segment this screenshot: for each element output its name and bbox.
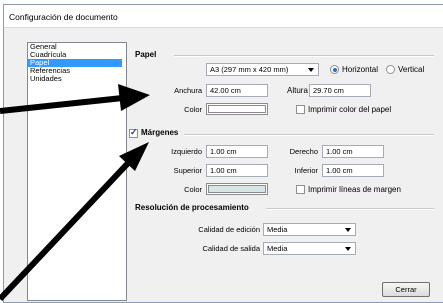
margin-left-label: Izquierdo <box>171 147 202 156</box>
title-bar: Configuración de documento <box>4 5 443 28</box>
orientation-horizontal-label: Horizontal <box>342 65 379 74</box>
margin-top-label: Superior <box>173 166 202 175</box>
margin-color-label: Color <box>184 185 202 194</box>
paper-group-divider <box>174 55 434 57</box>
nav-item-units[interactable]: Unidades <box>28 75 126 83</box>
print-margin-lines-checkbox[interactable] <box>296 185 305 194</box>
print-paper-color-label: Imprimir color del papel <box>308 105 392 114</box>
output-quality-value: Media <box>267 244 288 253</box>
margins-group-title: Márgenes <box>141 128 179 137</box>
edit-quality-value: Media <box>267 225 288 234</box>
paper-color-fill <box>208 105 266 113</box>
print-paper-color-checkbox[interactable] <box>296 105 305 114</box>
settings-category-list[interactable]: General Cuadrícula Papel Referencias Uni… <box>27 42 127 301</box>
margins-group-divider <box>184 134 434 136</box>
margins-enable-checkbox[interactable] <box>129 127 138 138</box>
chevron-down-icon <box>345 228 351 232</box>
margin-right-label: Derecho <box>289 147 318 156</box>
paper-height-label: Altura <box>287 86 308 95</box>
paper-width-input[interactable]: 42.00 cm <box>206 84 268 97</box>
chevron-down-icon <box>308 68 314 72</box>
edit-quality-label: Calidad de edición <box>198 225 260 234</box>
rendering-group-title: Resolución de procesamiento <box>135 203 249 212</box>
window-title: Configuración de documento <box>9 12 118 22</box>
paper-size-value: A3 (297 mm x 420 mm) <box>210 65 289 74</box>
print-margin-lines-label: Imprimir líneas de margen <box>308 185 401 194</box>
rendering-group-divider <box>266 208 434 210</box>
margin-color-swatch[interactable] <box>206 183 268 195</box>
paper-color-swatch[interactable] <box>206 103 268 115</box>
paper-color-label: Color <box>184 105 202 114</box>
output-quality-label: Calidad de salida <box>202 244 260 253</box>
paper-height-input[interactable]: 29.70 cm <box>309 84 371 97</box>
edit-quality-select[interactable]: Media <box>263 223 356 236</box>
orientation-horizontal-radio[interactable] <box>330 65 339 74</box>
orientation-vertical-radio[interactable] <box>386 65 395 74</box>
paper-group-title: Papel <box>135 50 157 59</box>
margin-bottom-label: Inferior <box>294 166 318 175</box>
margin-left-input[interactable]: 1.00 cm <box>206 145 268 158</box>
margin-color-fill <box>208 185 266 193</box>
chevron-down-icon <box>345 247 351 251</box>
margin-right-input[interactable]: 1.00 cm <box>322 145 384 158</box>
output-quality-select[interactable]: Media <box>263 242 356 255</box>
margin-top-input[interactable]: 1.00 cm <box>206 164 268 177</box>
close-button[interactable]: Cerrar <box>382 282 430 297</box>
paper-width-label: Anchura <box>174 86 202 95</box>
margin-bottom-input[interactable]: 1.00 cm <box>322 164 384 177</box>
orientation-vertical-label: Vertical <box>398 65 425 74</box>
paper-size-select[interactable]: A3 (297 mm x 420 mm) <box>206 63 319 76</box>
document-settings-dialog: Configuración de documento General Cuadr… <box>3 4 443 303</box>
